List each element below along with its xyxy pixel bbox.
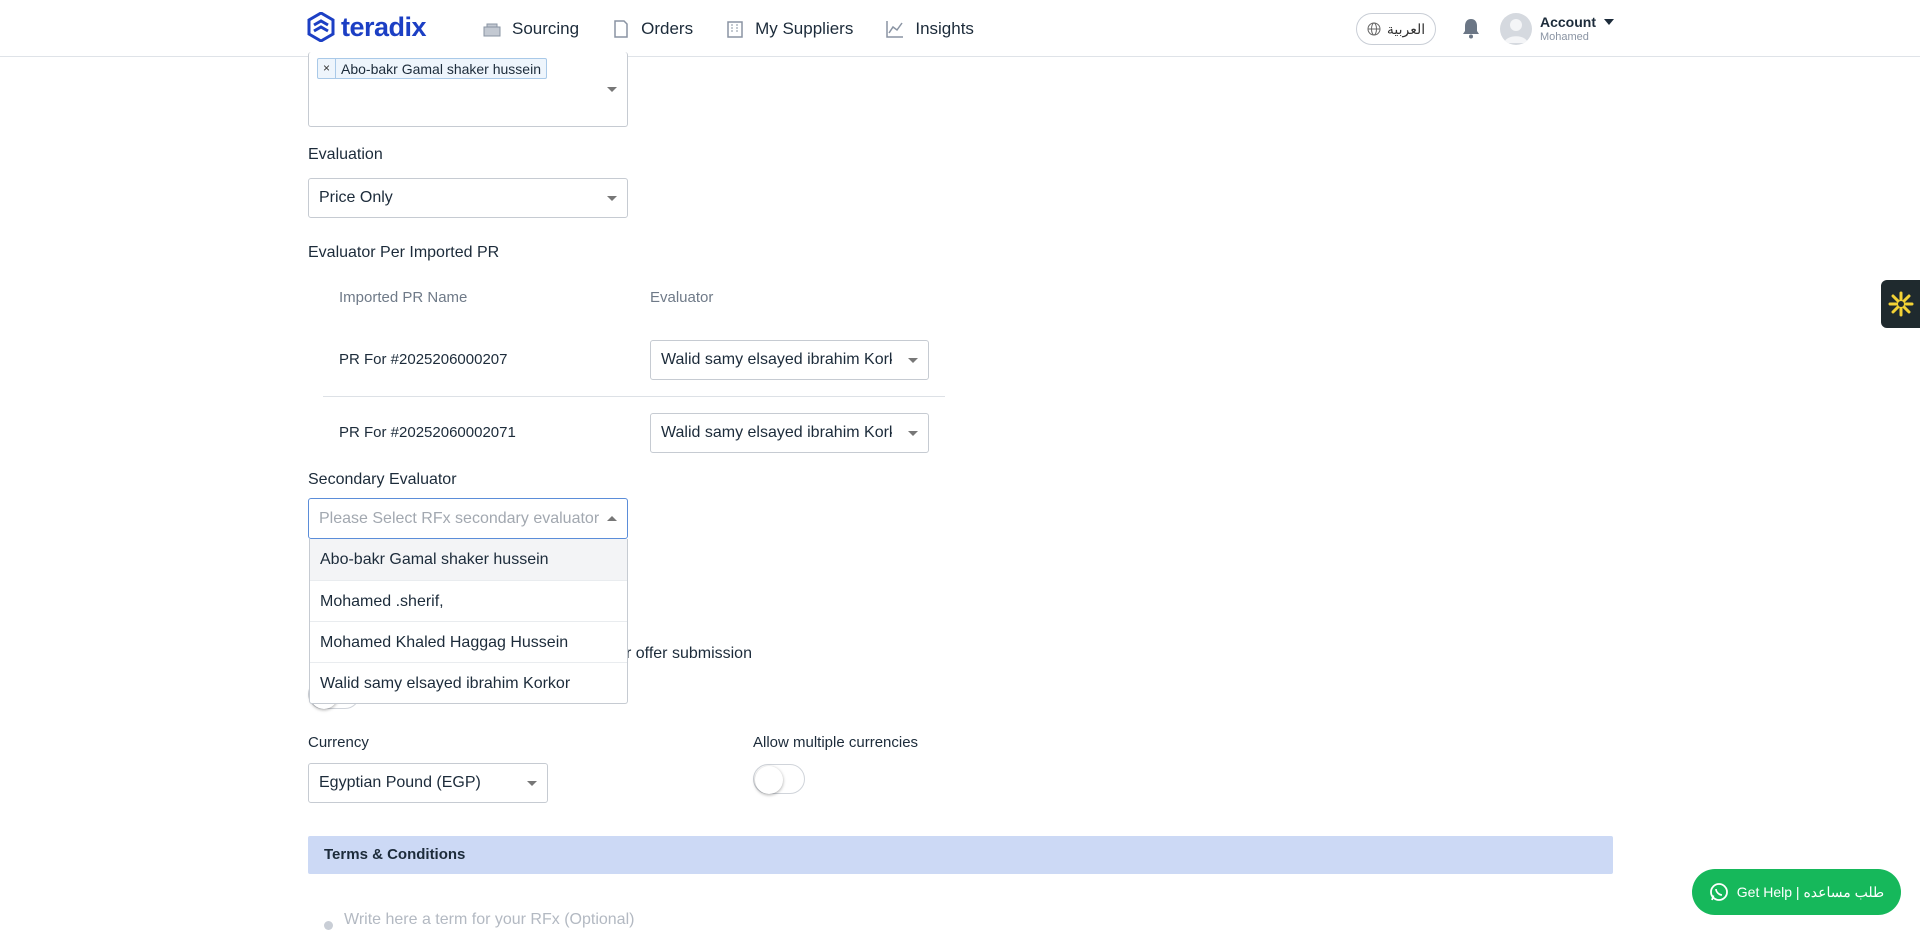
- toggle-knob: [755, 766, 783, 794]
- pr-row-evaluator-select[interactable]: Walid samy elsayed ibrahim Korkor: [650, 340, 929, 380]
- get-help-button[interactable]: Get Help | طلب مساعده: [1692, 869, 1901, 915]
- account-label: Account: [1540, 14, 1596, 30]
- dropdown-option[interactable]: Mohamed .sherif,: [310, 580, 627, 621]
- dropdown-option[interactable]: Mohamed Khaled Haggag Hussein: [310, 621, 627, 662]
- currency-value: Egyptian Pound (EGP): [319, 774, 481, 791]
- multi-currency-toggle[interactable]: [753, 764, 805, 794]
- currency-select[interactable]: Egyptian Pound (EGP): [308, 763, 548, 803]
- dropdown-arrow-icon: [908, 358, 918, 363]
- language-label: العربية: [1386, 20, 1426, 37]
- pr-row-name: PR For #20252060002071: [339, 424, 516, 441]
- suppliers-icon: [727, 20, 743, 38]
- currency-label: Currency: [308, 734, 369, 751]
- nav-insights-label: Insights: [915, 18, 974, 38]
- evaluator-per-pr-label: Evaluator Per Imported PR: [308, 244, 500, 261]
- nav-orders[interactable]: Orders: [611, 19, 693, 39]
- evaluator-column-header: Evaluator: [650, 289, 714, 306]
- dropdown-arrow-icon: [908, 431, 918, 436]
- language-switch-button[interactable]: العربية: [1356, 13, 1436, 45]
- account-username: Mohamed: [1540, 31, 1589, 43]
- secondary-evaluator-options: Abo-bakr Gamal shaker hussein Mohamed .s…: [309, 539, 628, 704]
- orders-icon: [614, 19, 628, 38]
- avatar[interactable]: [1500, 13, 1532, 45]
- pr-row-evaluator-value: Walid samy elsayed ibrahim Korkor: [661, 351, 892, 368]
- nav-sourcing-label: Sourcing: [512, 18, 580, 38]
- remove-tag-icon[interactable]: ×: [318, 59, 336, 78]
- terms-section-header: Terms & Conditions: [308, 836, 1613, 874]
- evaluation-select[interactable]: Price Only: [308, 178, 628, 218]
- dropdown-arrow-icon: [527, 781, 537, 786]
- multi-currency-label: Allow multiple currencies: [753, 734, 919, 751]
- get-help-label: Get Help | طلب مساعده: [1736, 883, 1885, 900]
- chevron-down-icon: [1604, 19, 1614, 25]
- notifications-bell-icon[interactable]: [1459, 16, 1483, 40]
- evaluator-tag-label: Abo-bakr Gamal shaker hussein: [341, 60, 541, 77]
- evaluator-tag: × Abo-bakr Gamal shaker hussein: [317, 58, 547, 79]
- account-menu[interactable]: Account Mohamed: [1540, 14, 1614, 43]
- evaluation-value: Price Only: [319, 189, 393, 206]
- sparkle-icon: [1888, 291, 1913, 317]
- dropdown-arrow-up-icon: [607, 515, 617, 521]
- dropdown-arrow-icon: [607, 87, 617, 92]
- dropdown-option[interactable]: Walid samy elsayed ibrahim Korkor: [310, 662, 627, 703]
- nav-sourcing[interactable]: Sourcing: [482, 19, 579, 39]
- logo-mark-icon: [307, 12, 335, 42]
- nav-my-suppliers-label: My Suppliers: [755, 18, 854, 38]
- term-input[interactable]: Write here a term for your RFx (Optional…: [344, 911, 634, 929]
- nav-insights[interactable]: Insights: [885, 19, 974, 39]
- teradix-logo[interactable]: teradix: [307, 11, 427, 42]
- dropdown-arrow-icon: [607, 196, 617, 201]
- pr-row-evaluator-select[interactable]: Walid samy elsayed ibrahim Korkor: [650, 413, 929, 453]
- secondary-evaluator-label: Secondary Evaluator: [308, 471, 457, 488]
- bullet-icon: [324, 921, 333, 930]
- side-widget-button[interactable]: [1881, 280, 1920, 328]
- evaluators-multiselect[interactable]: × Abo-bakr Gamal shaker hussein: [308, 52, 628, 127]
- offer-submission-label: r offer submission: [626, 645, 752, 662]
- pr-row-evaluator-value: Walid samy elsayed ibrahim Korkor: [661, 424, 892, 441]
- evaluation-label: Evaluation: [308, 146, 383, 163]
- table-row-divider: [323, 396, 945, 397]
- secondary-evaluator-select[interactable]: Please Select RFx secondary evaluator: [308, 498, 628, 539]
- logo-text: teradix: [341, 11, 427, 42]
- top-navbar: teradix Sourcing Orders My Suppliers Ins…: [0, 0, 1920, 57]
- insights-icon: [886, 20, 904, 38]
- user-avatar-icon: [1504, 19, 1528, 43]
- nav-orders-label: Orders: [641, 18, 694, 38]
- main-nav: Sourcing Orders My Suppliers Insights: [482, 0, 974, 57]
- pr-row-name: PR For #2025206000207: [339, 351, 508, 368]
- pr-name-column-header: Imported PR Name: [339, 289, 468, 306]
- dropdown-option[interactable]: Abo-bakr Gamal shaker hussein: [310, 539, 627, 580]
- secondary-evaluator-placeholder: Please Select RFx secondary evaluator: [319, 509, 599, 527]
- whatsapp-icon: [1709, 883, 1728, 901]
- terms-title: Terms & Conditions: [324, 846, 466, 863]
- globe-icon: [1367, 22, 1381, 36]
- nav-my-suppliers[interactable]: My Suppliers: [725, 19, 853, 39]
- sourcing-icon: [483, 23, 501, 36]
